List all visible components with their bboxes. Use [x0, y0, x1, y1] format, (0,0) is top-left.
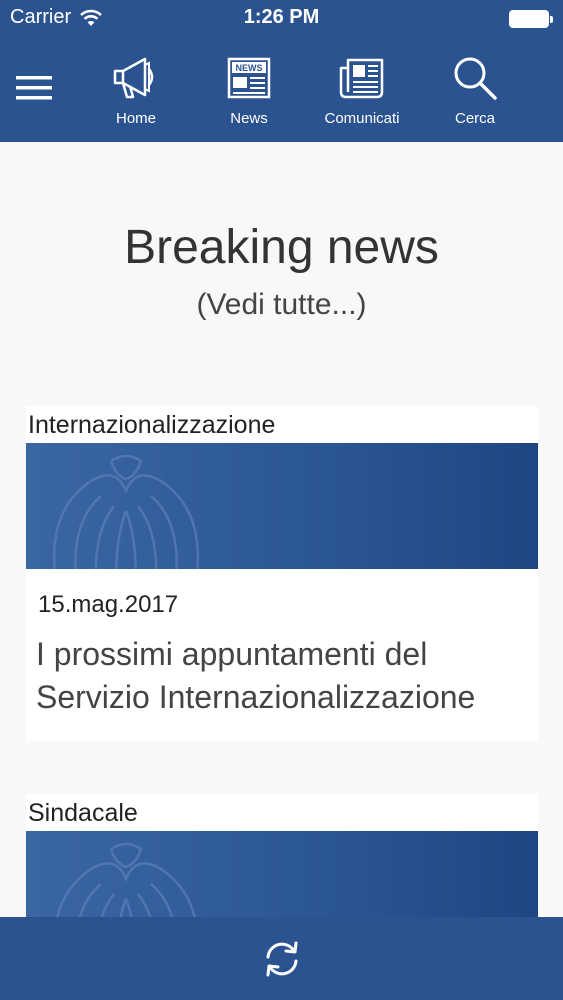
newspaper-icon: NEWS [227, 57, 271, 99]
nav-home[interactable]: Home [81, 52, 191, 132]
refresh-button[interactable] [257, 934, 307, 984]
status-time: 1:26 PM [243, 6, 320, 28]
news-card[interactable]: Sindacale [26, 794, 538, 917]
newspaper-icon-text: NEWS [236, 63, 263, 73]
battery-icon [509, 10, 553, 28]
menu-button[interactable] [14, 68, 54, 108]
nav-news-label: News [230, 110, 268, 127]
breaking-news-title: Breaking news [124, 221, 439, 274]
eagle-logo-icon [52, 454, 200, 569]
main-content[interactable]: Breaking news (Vedi tutte...) Internazio… [0, 142, 563, 917]
card-banner-image [26, 443, 538, 569]
nav-cerca-label: Cerca [454, 110, 495, 127]
news-card[interactable]: Internazionalizzazione 15.mag.2017 I pro… [26, 406, 538, 742]
eagle-logo-icon [56, 842, 196, 917]
search-icon [454, 57, 497, 100]
bottom-toolbar [0, 917, 563, 1000]
card-banner-image [26, 831, 538, 917]
refresh-icon [266, 941, 297, 976]
see-all-link[interactable]: (Vedi tutte...) [0, 288, 563, 322]
nav-cerca[interactable]: Cerca [420, 52, 530, 132]
nav-home-label: Home [115, 110, 156, 127]
card-category: Sindacale [28, 799, 138, 827]
status-bar: Carrier 1:26 PM [0, 0, 563, 40]
card-date: 15.mag.2017 [38, 591, 179, 618]
nav-news[interactable]: NEWS News [194, 52, 304, 132]
nav-comunicati-label: Comunicati [324, 110, 400, 127]
press-release-icon [339, 58, 384, 99]
top-navigation: Home NEWS News Comunicati Cerca [0, 40, 563, 142]
card-title: I prossimi appuntamenti del Servizio Int… [36, 636, 476, 716]
card-category: Internazionalizzazione [28, 411, 276, 439]
megaphone-icon [113, 57, 154, 99]
hamburger-icon [16, 76, 52, 100]
nav-comunicati[interactable]: Comunicati [307, 52, 417, 132]
